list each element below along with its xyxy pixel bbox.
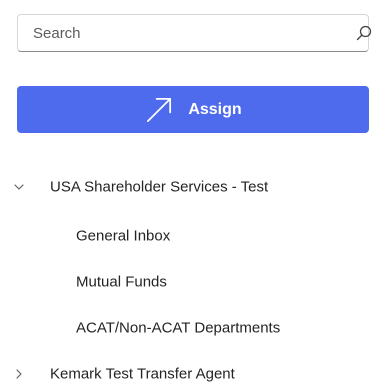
search-input[interactable] <box>18 15 318 51</box>
tree-group-label: Kemark Test Transfer Agent <box>50 365 235 383</box>
tree-item-acat-departments[interactable]: ACAT/Non-ACAT Departments <box>0 310 377 346</box>
tree-item-label: Mutual Funds <box>76 273 167 291</box>
chevron-down-icon[interactable] <box>13 181 25 193</box>
assign-button-label: Assign <box>188 100 242 118</box>
arrow-up-right-icon <box>147 97 172 122</box>
tree-group-label: USA Shareholder Services - Test <box>50 178 269 196</box>
chevron-right-icon[interactable] <box>13 368 25 380</box>
tree-item-mutual-funds[interactable]: Mutual Funds <box>0 264 377 300</box>
assignment-panel: Assign USA Shareholder Services - Test G… <box>0 0 377 389</box>
tree-item-label: ACAT/Non-ACAT Departments <box>76 319 281 337</box>
tree-item-general-inbox[interactable]: General Inbox <box>0 218 377 254</box>
tree-group-kemark-test-transfer-agent[interactable]: Kemark Test Transfer Agent <box>0 356 377 389</box>
tree-group-usa-shareholder-services[interactable]: USA Shareholder Services - Test <box>0 169 377 205</box>
search-box[interactable] <box>17 14 372 52</box>
search-icon[interactable] <box>355 24 373 42</box>
tree-item-label: General Inbox <box>76 227 171 245</box>
assign-button[interactable]: Assign <box>17 86 369 133</box>
